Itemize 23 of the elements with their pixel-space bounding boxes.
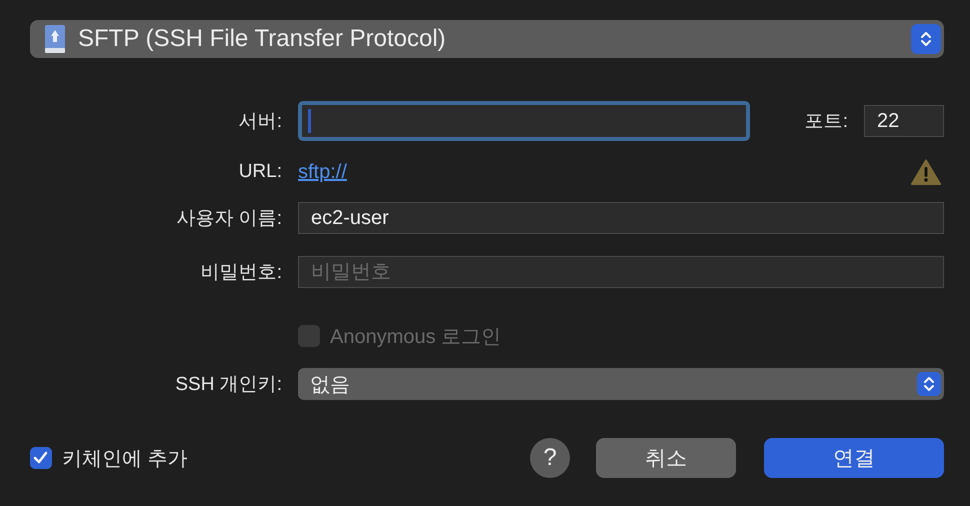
field-label: 포트: (804, 110, 848, 134)
protocol-popup[interactable]: SFTP (SSH File Transfer Protocol) (30, 20, 944, 58)
stepper-icon[interactable] (911, 24, 941, 54)
port-field[interactable]: 22 (864, 105, 944, 137)
help-button[interactable]: ? (530, 438, 570, 478)
checkbox-label: 키체인에 추가 (62, 446, 188, 472)
drive-icon (44, 24, 66, 54)
ssh-key-popup[interactable]: 없음 (298, 368, 944, 400)
connect-button[interactable]: 연결 (764, 438, 944, 478)
cancel-button[interactable]: 취소 (596, 438, 736, 478)
password-field[interactable]: 비밀번호 (298, 256, 944, 288)
field-label: 사용자 이름: (175, 207, 282, 231)
field-label: URL: (238, 161, 282, 183)
url-link[interactable]: sftp:// (298, 160, 347, 184)
field-label: 서버: (238, 110, 282, 134)
username-field[interactable]: ec2-user (298, 202, 944, 234)
checkbox[interactable] (30, 447, 52, 469)
checkbox-label: Anonymous 로그인 (330, 324, 502, 350)
checkmark-icon (34, 452, 48, 464)
field-label: 비밀번호: (200, 261, 282, 285)
field-label: SSH 개인키: (174, 373, 282, 397)
stepper-icon[interactable] (917, 372, 941, 396)
server-field[interactable] (298, 101, 750, 141)
